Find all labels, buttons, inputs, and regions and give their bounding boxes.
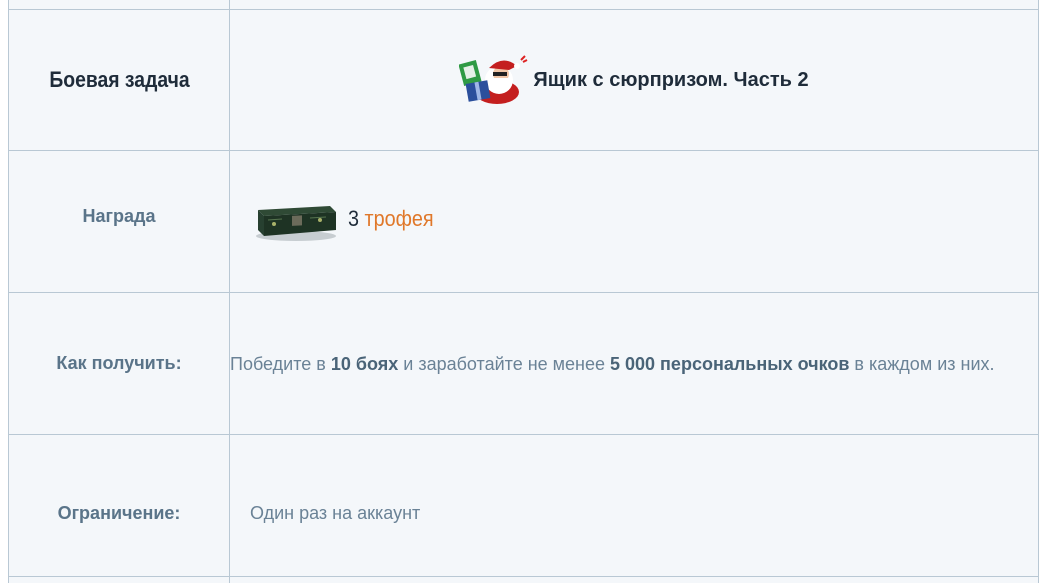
how-value: Победите в 10 боях и заработайте не мене… bbox=[229, 292, 1039, 435]
table-row-reward: Награда 3 трофея bbox=[8, 150, 1039, 293]
table-cell-empty bbox=[229, 0, 1039, 10]
table-row-bottom-partial bbox=[8, 576, 1039, 583]
mission-info-table: Боевая задача Ящик с сюрпризом. Часть 2 … bbox=[8, 0, 1039, 583]
how-text-points: 5 000 персональных очков bbox=[610, 353, 850, 374]
limit-label-cell: Ограничение: bbox=[8, 434, 230, 577]
reward-label: Награда bbox=[82, 206, 156, 226]
reward-label-cell: Награда bbox=[8, 150, 230, 293]
santa-gift-icon bbox=[458, 52, 529, 108]
reward-count: 3 bbox=[348, 205, 360, 231]
how-text-part: и заработайте не менее bbox=[398, 353, 611, 374]
limit-value: Один раз на аккаунт bbox=[250, 503, 421, 523]
mission-name: Ящик с сюрпризом. Часть 2 bbox=[533, 68, 809, 91]
how-text-part: Победите в bbox=[230, 353, 331, 374]
table-row-top-partial bbox=[8, 0, 1039, 10]
how-label: Как получить: bbox=[8, 292, 230, 435]
how-text-battles: 10 боях bbox=[330, 353, 399, 374]
table-row-how-to-get: Как получить: Победите в 10 боях и зараб… bbox=[8, 292, 1039, 435]
table-cell-empty bbox=[8, 576, 230, 583]
how-text-part: в каждом из них. bbox=[849, 353, 995, 374]
reward-text: 3 трофея bbox=[348, 206, 434, 232]
military-box-icon bbox=[252, 196, 340, 242]
page: Боевая задача Ящик с сюрпризом. Часть 2 … bbox=[0, 0, 1044, 583]
mission-value-cell: Ящик с сюрпризом. Часть 2 bbox=[229, 9, 1039, 151]
limit-label: Ограничение: bbox=[57, 503, 181, 523]
table-row-limit: Ограничение: Один раз на аккаунт bbox=[8, 434, 1039, 577]
table-cell-empty bbox=[8, 0, 230, 10]
limit-value-cell: Один раз на аккаунт bbox=[229, 434, 1039, 577]
reward-item-link[interactable]: трофея bbox=[365, 206, 434, 231]
table-row-mission: Боевая задача Ящик с сюрпризом. Часть 2 bbox=[9, 9, 1039, 151]
table-cell-empty bbox=[229, 576, 1039, 583]
reward-value-cell: 3 трофея bbox=[229, 150, 1039, 293]
mission-label: Боевая задача bbox=[21, 9, 217, 151]
